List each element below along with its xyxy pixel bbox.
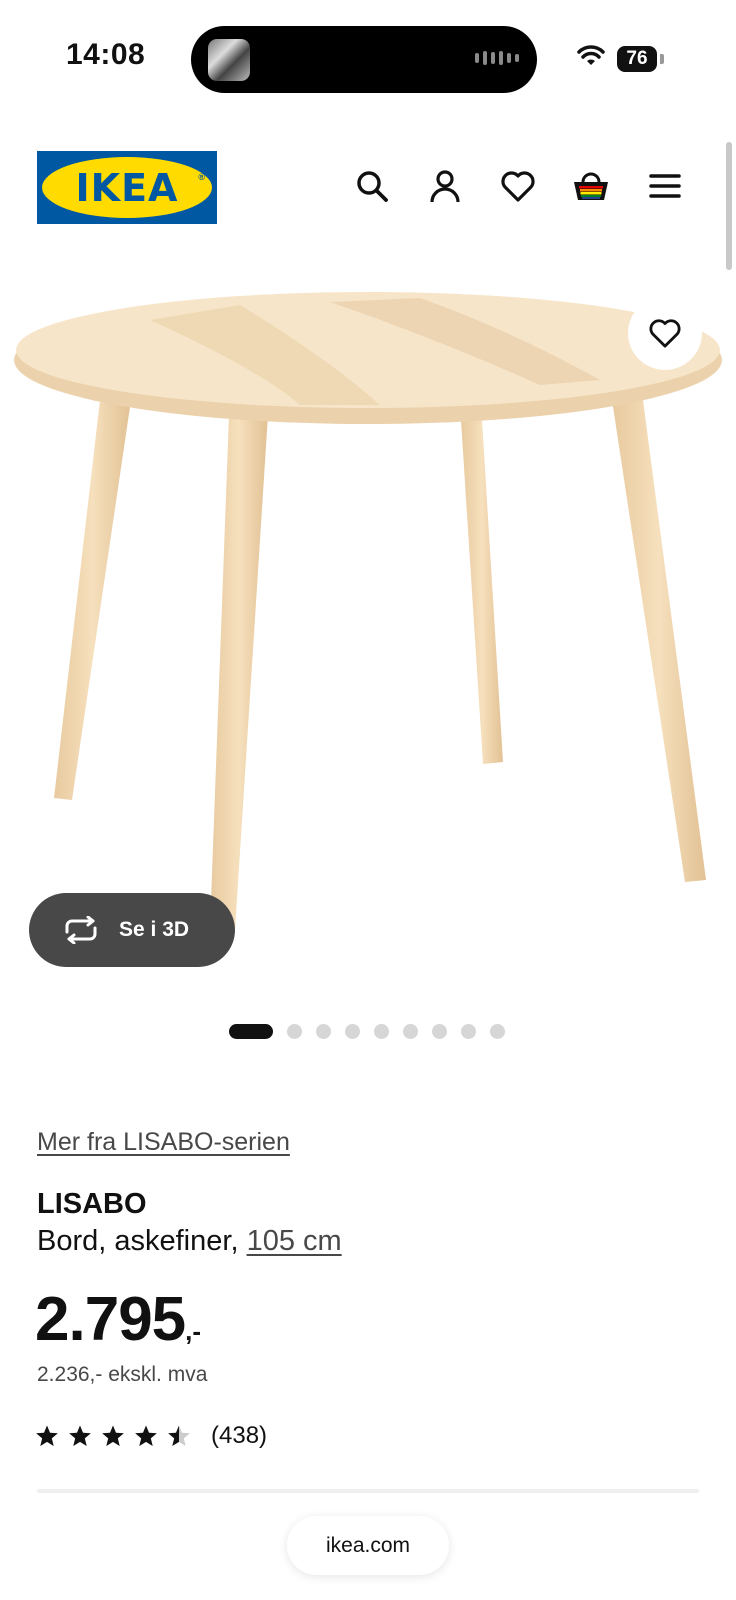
section-divider — [37, 1489, 699, 1493]
product-price: 2.795,- — [35, 1284, 201, 1355]
star-full-icon — [102, 1425, 124, 1446]
star-full-icon — [36, 1425, 58, 1446]
series-link[interactable]: Mer fra LISABO-serien — [37, 1128, 290, 1157]
account-icon[interactable] — [425, 166, 465, 206]
product-description: Bord, askefiner, 105 cm — [37, 1225, 342, 1258]
star-full-icon — [135, 1425, 157, 1446]
price-integer: 2.795 — [35, 1285, 186, 1354]
audio-wave-icon — [475, 51, 519, 65]
wifi-icon — [577, 45, 605, 65]
cart-icon[interactable] — [571, 166, 611, 206]
rotate-3d-icon — [61, 915, 103, 945]
status-time: 14:08 — [66, 38, 146, 71]
star-full-icon — [69, 1425, 91, 1446]
now-playing-thumbnail — [208, 39, 250, 81]
logo-text: IKEA — [75, 165, 179, 210]
price-excluding-vat: 2.236,- ekskl. mva — [37, 1363, 208, 1386]
registered-mark: ® — [198, 172, 205, 182]
carousel-dot[interactable] — [490, 1024, 505, 1039]
price-suffix: ,- — [185, 1316, 202, 1346]
page-scrollbar[interactable] — [726, 142, 732, 270]
size-link[interactable]: 105 cm — [247, 1225, 342, 1257]
menu-icon[interactable] — [645, 166, 685, 206]
heart-icon[interactable] — [498, 166, 538, 206]
rating-stars — [35, 1424, 191, 1448]
search-icon[interactable] — [352, 166, 392, 206]
view-in-3d-button[interactable]: Se i 3D — [29, 893, 235, 967]
carousel-dot[interactable] — [316, 1024, 331, 1039]
ikea-logo[interactable]: IKEA ® — [37, 151, 217, 224]
carousel-dot[interactable] — [461, 1024, 476, 1039]
browser-url-bar[interactable]: ikea.com — [287, 1516, 449, 1575]
carousel-dot[interactable] — [287, 1024, 302, 1039]
image-carousel-indicator[interactable] — [229, 1024, 505, 1039]
carousel-dot[interactable] — [229, 1024, 273, 1039]
star-half-icon — [168, 1425, 190, 1446]
product-description-text: Bord, askefiner, — [37, 1225, 239, 1257]
dynamic-island[interactable] — [191, 26, 537, 93]
battery-tip — [660, 54, 664, 64]
carousel-dot[interactable] — [403, 1024, 418, 1039]
carousel-dot[interactable] — [374, 1024, 389, 1039]
product-name: LISABO — [37, 1188, 147, 1220]
save-to-wishlist-button[interactable] — [628, 296, 702, 370]
carousel-dot[interactable] — [345, 1024, 360, 1039]
review-count: (438) — [211, 1422, 268, 1449]
carousel-dot[interactable] — [432, 1024, 447, 1039]
product-rating[interactable]: (438) — [35, 1422, 267, 1450]
url-text: ikea.com — [325, 1533, 411, 1557]
heart-outline-icon — [649, 319, 681, 348]
battery-icon: 76 — [617, 46, 657, 72]
view-in-3d-label: Se i 3D — [119, 918, 190, 941]
